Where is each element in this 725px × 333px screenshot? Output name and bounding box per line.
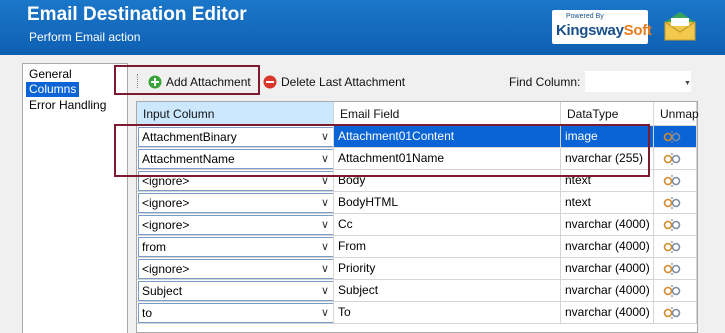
email-field-cell[interactable]: To bbox=[334, 302, 561, 324]
delete-last-attachment-label: Delete Last Attachment bbox=[281, 75, 406, 89]
dialog-title: Email Destination Editor bbox=[27, 4, 247, 25]
highlight-add-attachment bbox=[114, 65, 260, 95]
unlink-icon[interactable] bbox=[663, 262, 681, 279]
unmap-cell bbox=[654, 126, 697, 148]
datatype-cell[interactable]: nvarchar (4000) bbox=[561, 236, 654, 258]
unmap-cell bbox=[654, 170, 697, 192]
table-row[interactable]: Subject ∨ Subject nvarchar (4000) bbox=[137, 280, 697, 302]
chevron-down-icon[interactable]: ∨ bbox=[321, 216, 329, 234]
unlink-icon[interactable] bbox=[663, 284, 681, 301]
unmap-cell bbox=[654, 214, 697, 236]
find-column-dropdown-icon[interactable]: ▼ bbox=[684, 80, 691, 87]
unmap-cell bbox=[654, 192, 697, 214]
input-column-value: <ignore> bbox=[142, 262, 190, 276]
nav-item-columns[interactable]: Columns bbox=[26, 82, 80, 97]
find-column-label: Find Column: bbox=[509, 75, 581, 89]
email-field-cell[interactable]: From bbox=[334, 236, 561, 258]
input-column-select[interactable]: to ∨ bbox=[138, 303, 333, 323]
envelope-icon bbox=[664, 12, 696, 41]
input-column-select[interactable]: <ignore> ∨ bbox=[138, 259, 333, 279]
chevron-down-icon[interactable]: ∨ bbox=[321, 282, 329, 300]
chevron-down-icon[interactable]: ∨ bbox=[321, 260, 329, 278]
chevron-down-icon[interactable]: ∨ bbox=[321, 304, 329, 322]
header-unmap[interactable]: Unmap bbox=[654, 102, 699, 126]
unmap-cell bbox=[654, 148, 697, 170]
unlink-icon[interactable] bbox=[663, 306, 681, 323]
header-input-column[interactable]: Input Column bbox=[137, 102, 334, 126]
input-column-select[interactable]: Subject ∨ bbox=[138, 281, 333, 301]
unlink-icon[interactable] bbox=[663, 196, 681, 213]
table-row[interactable]: <ignore> ∨ Priority nvarchar (4000) bbox=[137, 258, 697, 280]
input-column-value: <ignore> bbox=[142, 196, 190, 210]
unmap-cell bbox=[654, 280, 697, 302]
unlink-icon[interactable] bbox=[663, 130, 681, 147]
unlink-icon[interactable] bbox=[663, 240, 681, 257]
input-column-value: Subject bbox=[142, 284, 183, 298]
highlight-attachment-rows bbox=[114, 124, 650, 177]
unmap-cell bbox=[654, 236, 697, 258]
email-field-cell[interactable]: Priority bbox=[334, 258, 561, 280]
find-column-input[interactable] bbox=[585, 71, 691, 92]
email-field-cell[interactable]: Cc bbox=[334, 214, 561, 236]
delete-last-attachment-button[interactable]: Delete Last Attachment bbox=[263, 73, 405, 91]
input-column-cell: <ignore> ∨ bbox=[137, 192, 334, 214]
input-column-value: to bbox=[142, 306, 153, 320]
table-row[interactable]: to ∨ To nvarchar (4000) bbox=[137, 302, 697, 324]
input-column-cell: to ∨ bbox=[137, 302, 334, 324]
input-column-cell: Subject ∨ bbox=[137, 280, 334, 302]
datatype-cell[interactable]: nvarchar (4000) bbox=[561, 258, 654, 280]
input-column-select[interactable]: <ignore> ∨ bbox=[138, 193, 333, 213]
input-column-cell: from ∨ bbox=[137, 236, 334, 258]
chevron-down-icon[interactable]: ∨ bbox=[321, 238, 329, 256]
header-datatype[interactable]: DataType bbox=[561, 102, 654, 126]
unmap-cell bbox=[654, 258, 697, 280]
unlink-icon[interactable] bbox=[663, 152, 681, 169]
input-column-value: from bbox=[142, 240, 166, 254]
email-field-cell[interactable]: Subject bbox=[334, 280, 561, 302]
input-column-select[interactable]: <ignore> ∨ bbox=[138, 215, 333, 235]
input-column-select[interactable]: from ∨ bbox=[138, 237, 333, 257]
nav-item-general[interactable]: General bbox=[26, 67, 75, 82]
datatype-cell[interactable]: nvarchar (4000) bbox=[561, 280, 654, 302]
chevron-down-icon[interactable]: ∨ bbox=[321, 194, 329, 212]
minus-circle-icon bbox=[263, 75, 277, 89]
input-column-cell: <ignore> ∨ bbox=[137, 258, 334, 280]
email-field-cell[interactable]: BodyHTML bbox=[334, 192, 561, 214]
datatype-cell[interactable]: nvarchar (4000) bbox=[561, 214, 654, 236]
kingswaysoft-logo: Powered By KingswaySoft bbox=[552, 10, 652, 44]
table-row[interactable]: <ignore> ∨ Cc nvarchar (4000) bbox=[137, 214, 697, 236]
left-nav: General Columns Error Handling bbox=[22, 63, 128, 333]
dialog-subtitle: Perform Email action bbox=[29, 30, 141, 44]
header-banner: Email Destination Editor Perform Email a… bbox=[0, 0, 725, 55]
unmap-cell bbox=[654, 302, 697, 324]
logo-powered-by: Powered By bbox=[566, 13, 604, 20]
header-email-field[interactable]: Email Field bbox=[334, 102, 561, 126]
unlink-icon[interactable] bbox=[663, 174, 681, 191]
logo-wordmark: KingswaySoft bbox=[556, 22, 652, 39]
nav-item-error-handling[interactable]: Error Handling bbox=[26, 98, 109, 113]
table-row[interactable]: <ignore> ∨ BodyHTML ntext bbox=[137, 192, 697, 214]
input-column-value: <ignore> bbox=[142, 218, 190, 232]
input-column-cell: <ignore> ∨ bbox=[137, 214, 334, 236]
datatype-cell[interactable]: nvarchar (4000) bbox=[561, 302, 654, 324]
unlink-icon[interactable] bbox=[663, 218, 681, 235]
table-row[interactable]: from ∨ From nvarchar (4000) bbox=[137, 236, 697, 258]
datatype-cell[interactable]: ntext bbox=[561, 192, 654, 214]
